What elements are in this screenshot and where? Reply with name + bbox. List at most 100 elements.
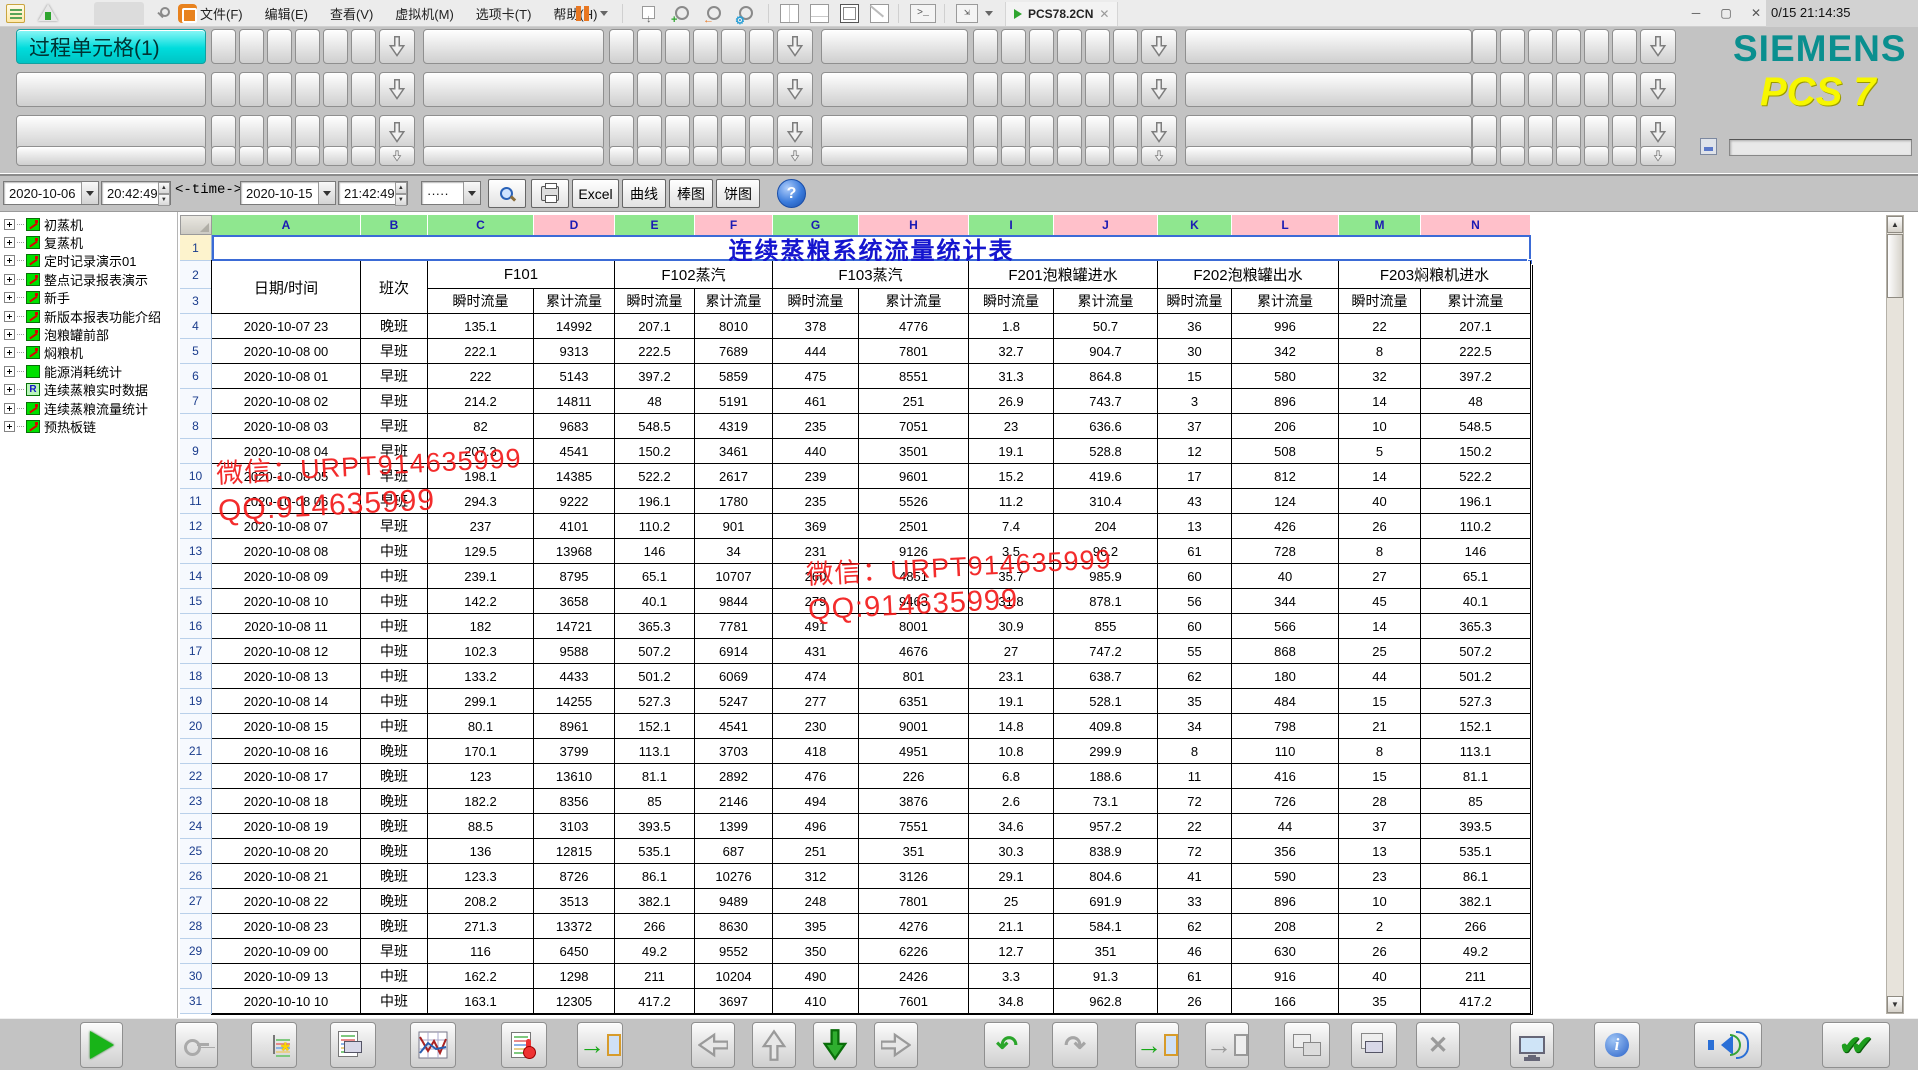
table-cell[interactable]: 397.2 — [1421, 364, 1531, 389]
table-cell[interactable]: 5526 — [859, 489, 969, 514]
show-library-icon[interactable] — [780, 4, 799, 23]
header-cell[interactable]: 累计流量 — [1054, 289, 1158, 314]
table-cell[interactable]: 6.8 — [969, 764, 1054, 789]
table-cell[interactable]: 56 — [1158, 589, 1232, 614]
table-cell[interactable]: 260 — [773, 564, 859, 589]
table-cell[interactable]: 2020-10-08 11 — [212, 614, 361, 639]
table-cell[interactable]: 48 — [615, 389, 695, 414]
overview-small-button[interactable] — [1584, 115, 1609, 150]
table-cell[interactable]: 40.1 — [615, 589, 695, 614]
table-cell[interactable]: 65.1 — [1421, 564, 1531, 589]
table-cell[interactable]: 3658 — [534, 589, 615, 614]
chevron-down-icon[interactable] — [318, 182, 335, 204]
overview-small-button[interactable] — [1584, 72, 1609, 107]
overview-small-button[interactable] — [239, 72, 264, 107]
table-cell[interactable]: 726 — [1232, 789, 1339, 814]
table-cell[interactable]: 37 — [1158, 414, 1232, 439]
overview-small-button[interactable] — [693, 72, 718, 107]
table-cell[interactable]: 116 — [428, 939, 534, 964]
table-cell[interactable]: 中班 — [361, 639, 428, 664]
overview-small-button[interactable] — [1085, 115, 1110, 150]
overview-small-button[interactable] — [609, 72, 634, 107]
table-cell[interactable]: 431 — [773, 639, 859, 664]
table-cell[interactable]: 728 — [1232, 539, 1339, 564]
table-cell[interactable]: 8726 — [534, 864, 615, 889]
header-cell[interactable]: 瞬时流量 — [615, 289, 695, 314]
overview-small-button[interactable] — [637, 72, 662, 107]
overview-small-button[interactable] — [1029, 115, 1054, 150]
row-number[interactable]: 18 — [180, 664, 212, 689]
table-cell[interactable]: 44 — [1232, 814, 1339, 839]
table-title[interactable]: 连续蒸粮系统流量统计表 — [212, 235, 1531, 261]
table-cell[interactable]: 2020-10-08 08 — [212, 539, 361, 564]
row-number[interactable]: 6 — [180, 364, 212, 389]
table-cell[interactable]: 4276 — [859, 914, 969, 939]
table-cell[interactable]: 393.5 — [1421, 814, 1531, 839]
sidebar-item[interactable]: 新手 — [4, 289, 70, 307]
table-cell[interactable]: 14721 — [534, 614, 615, 639]
table-cell[interactable]: 378 — [773, 314, 859, 339]
overview-small-button[interactable] — [1612, 146, 1637, 166]
table-cell[interactable]: 636.6 — [1054, 414, 1158, 439]
table-cell[interactable]: 65.1 — [615, 564, 695, 589]
table-cell[interactable]: 早班 — [361, 414, 428, 439]
table-cell[interactable]: 496 — [773, 814, 859, 839]
overview-small-button[interactable] — [1057, 29, 1082, 64]
table-cell[interactable]: 10.8 — [969, 739, 1054, 764]
overview-area-button[interactable] — [1185, 146, 1472, 166]
column-header-C[interactable]: C — [428, 215, 534, 235]
table-cell[interactable]: 91.3 — [1054, 964, 1158, 989]
table-cell[interactable]: 206 — [1232, 414, 1339, 439]
overview-area-button[interactable] — [423, 29, 604, 64]
table-cell[interactable]: 163.1 — [428, 989, 534, 1014]
row-number[interactable]: 21 — [180, 739, 212, 764]
table-cell[interactable]: 266 — [615, 914, 695, 939]
table-cell[interactable]: 382.1 — [615, 889, 695, 914]
row-number[interactable]: 27 — [180, 889, 212, 914]
table-cell[interactable]: 747.2 — [1054, 639, 1158, 664]
nav-down-button[interactable] — [813, 1022, 857, 1068]
table-cell[interactable]: 19.1 — [969, 689, 1054, 714]
overview-small-button[interactable] — [1500, 29, 1525, 64]
table-cell[interactable]: 638.7 — [1054, 664, 1158, 689]
print-button[interactable] — [531, 179, 569, 208]
table-cell[interactable]: 801 — [859, 664, 969, 689]
restore-button[interactable]: ▢ — [1714, 5, 1738, 23]
table-cell[interactable]: 49.2 — [615, 939, 695, 964]
undo-button[interactable]: ↶ — [984, 1022, 1030, 1068]
table-cell[interactable]: 9844 — [695, 589, 773, 614]
table-cell[interactable]: 3 — [1158, 389, 1232, 414]
end-time-spinner[interactable]: 21:42:49▲▼ — [338, 181, 408, 205]
snapshot-manager-icon[interactable]: ⚙ — [736, 4, 758, 23]
table-cell[interactable]: 277 — [773, 689, 859, 714]
row-number[interactable]: 19 — [180, 689, 212, 714]
table-cell[interactable]: 早班 — [361, 389, 428, 414]
temperature-report-button[interactable] — [501, 1022, 547, 1068]
table-cell[interactable]: 590 — [1232, 864, 1339, 889]
page-down-arrow-button[interactable] — [777, 115, 813, 150]
table-cell[interactable]: 晚班 — [361, 814, 428, 839]
table-cell[interactable]: 2020-10-08 09 — [212, 564, 361, 589]
table-cell[interactable]: 211 — [615, 964, 695, 989]
header-cell[interactable]: 瞬时流量 — [1339, 289, 1421, 314]
overview-small-button[interactable] — [1113, 72, 1138, 107]
table-cell[interactable]: 2146 — [695, 789, 773, 814]
overview-small-button[interactable] — [749, 115, 774, 150]
table-cell[interactable]: 162.2 — [428, 964, 534, 989]
table-cell[interactable]: 33 — [1158, 889, 1232, 914]
sidebar-item[interactable]: 定时记录演示01 — [4, 252, 136, 270]
table-cell[interactable]: 222 — [428, 364, 534, 389]
table-cell[interactable]: 356 — [1232, 839, 1339, 864]
table-cell[interactable]: 124 — [1232, 489, 1339, 514]
table-cell[interactable]: 440 — [773, 439, 859, 464]
table-cell[interactable]: 6226 — [859, 939, 969, 964]
nav-left-button[interactable] — [691, 1022, 735, 1068]
help-button[interactable]: ? — [777, 179, 806, 208]
row-number[interactable]: 5 — [180, 339, 212, 364]
table-cell[interactable]: 50.7 — [1054, 314, 1158, 339]
table-cell[interactable]: 17 — [1158, 464, 1232, 489]
overview-area-button[interactable] — [1185, 29, 1472, 64]
info-button[interactable]: i — [1594, 1022, 1640, 1068]
table-cell[interactable]: 35.7 — [969, 564, 1054, 589]
table-cell[interactable]: 60 — [1158, 614, 1232, 639]
